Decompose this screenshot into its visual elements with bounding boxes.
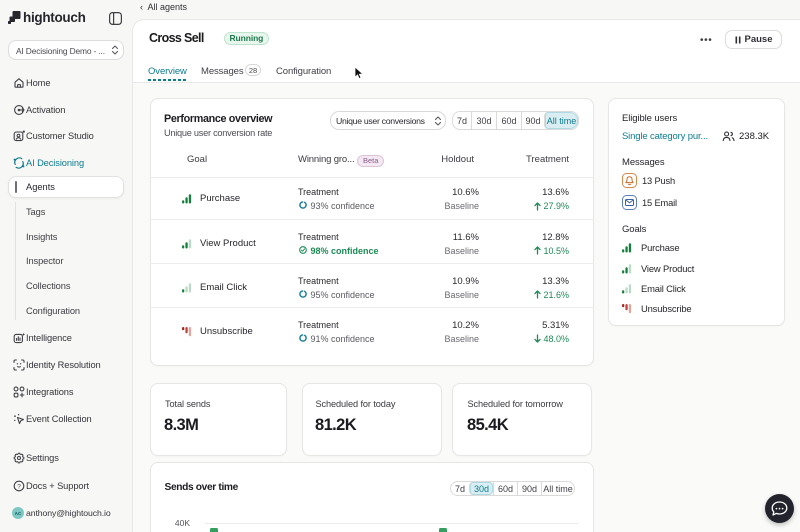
- svg-text:AC: AC: [15, 511, 22, 516]
- svg-text:?: ?: [17, 483, 21, 490]
